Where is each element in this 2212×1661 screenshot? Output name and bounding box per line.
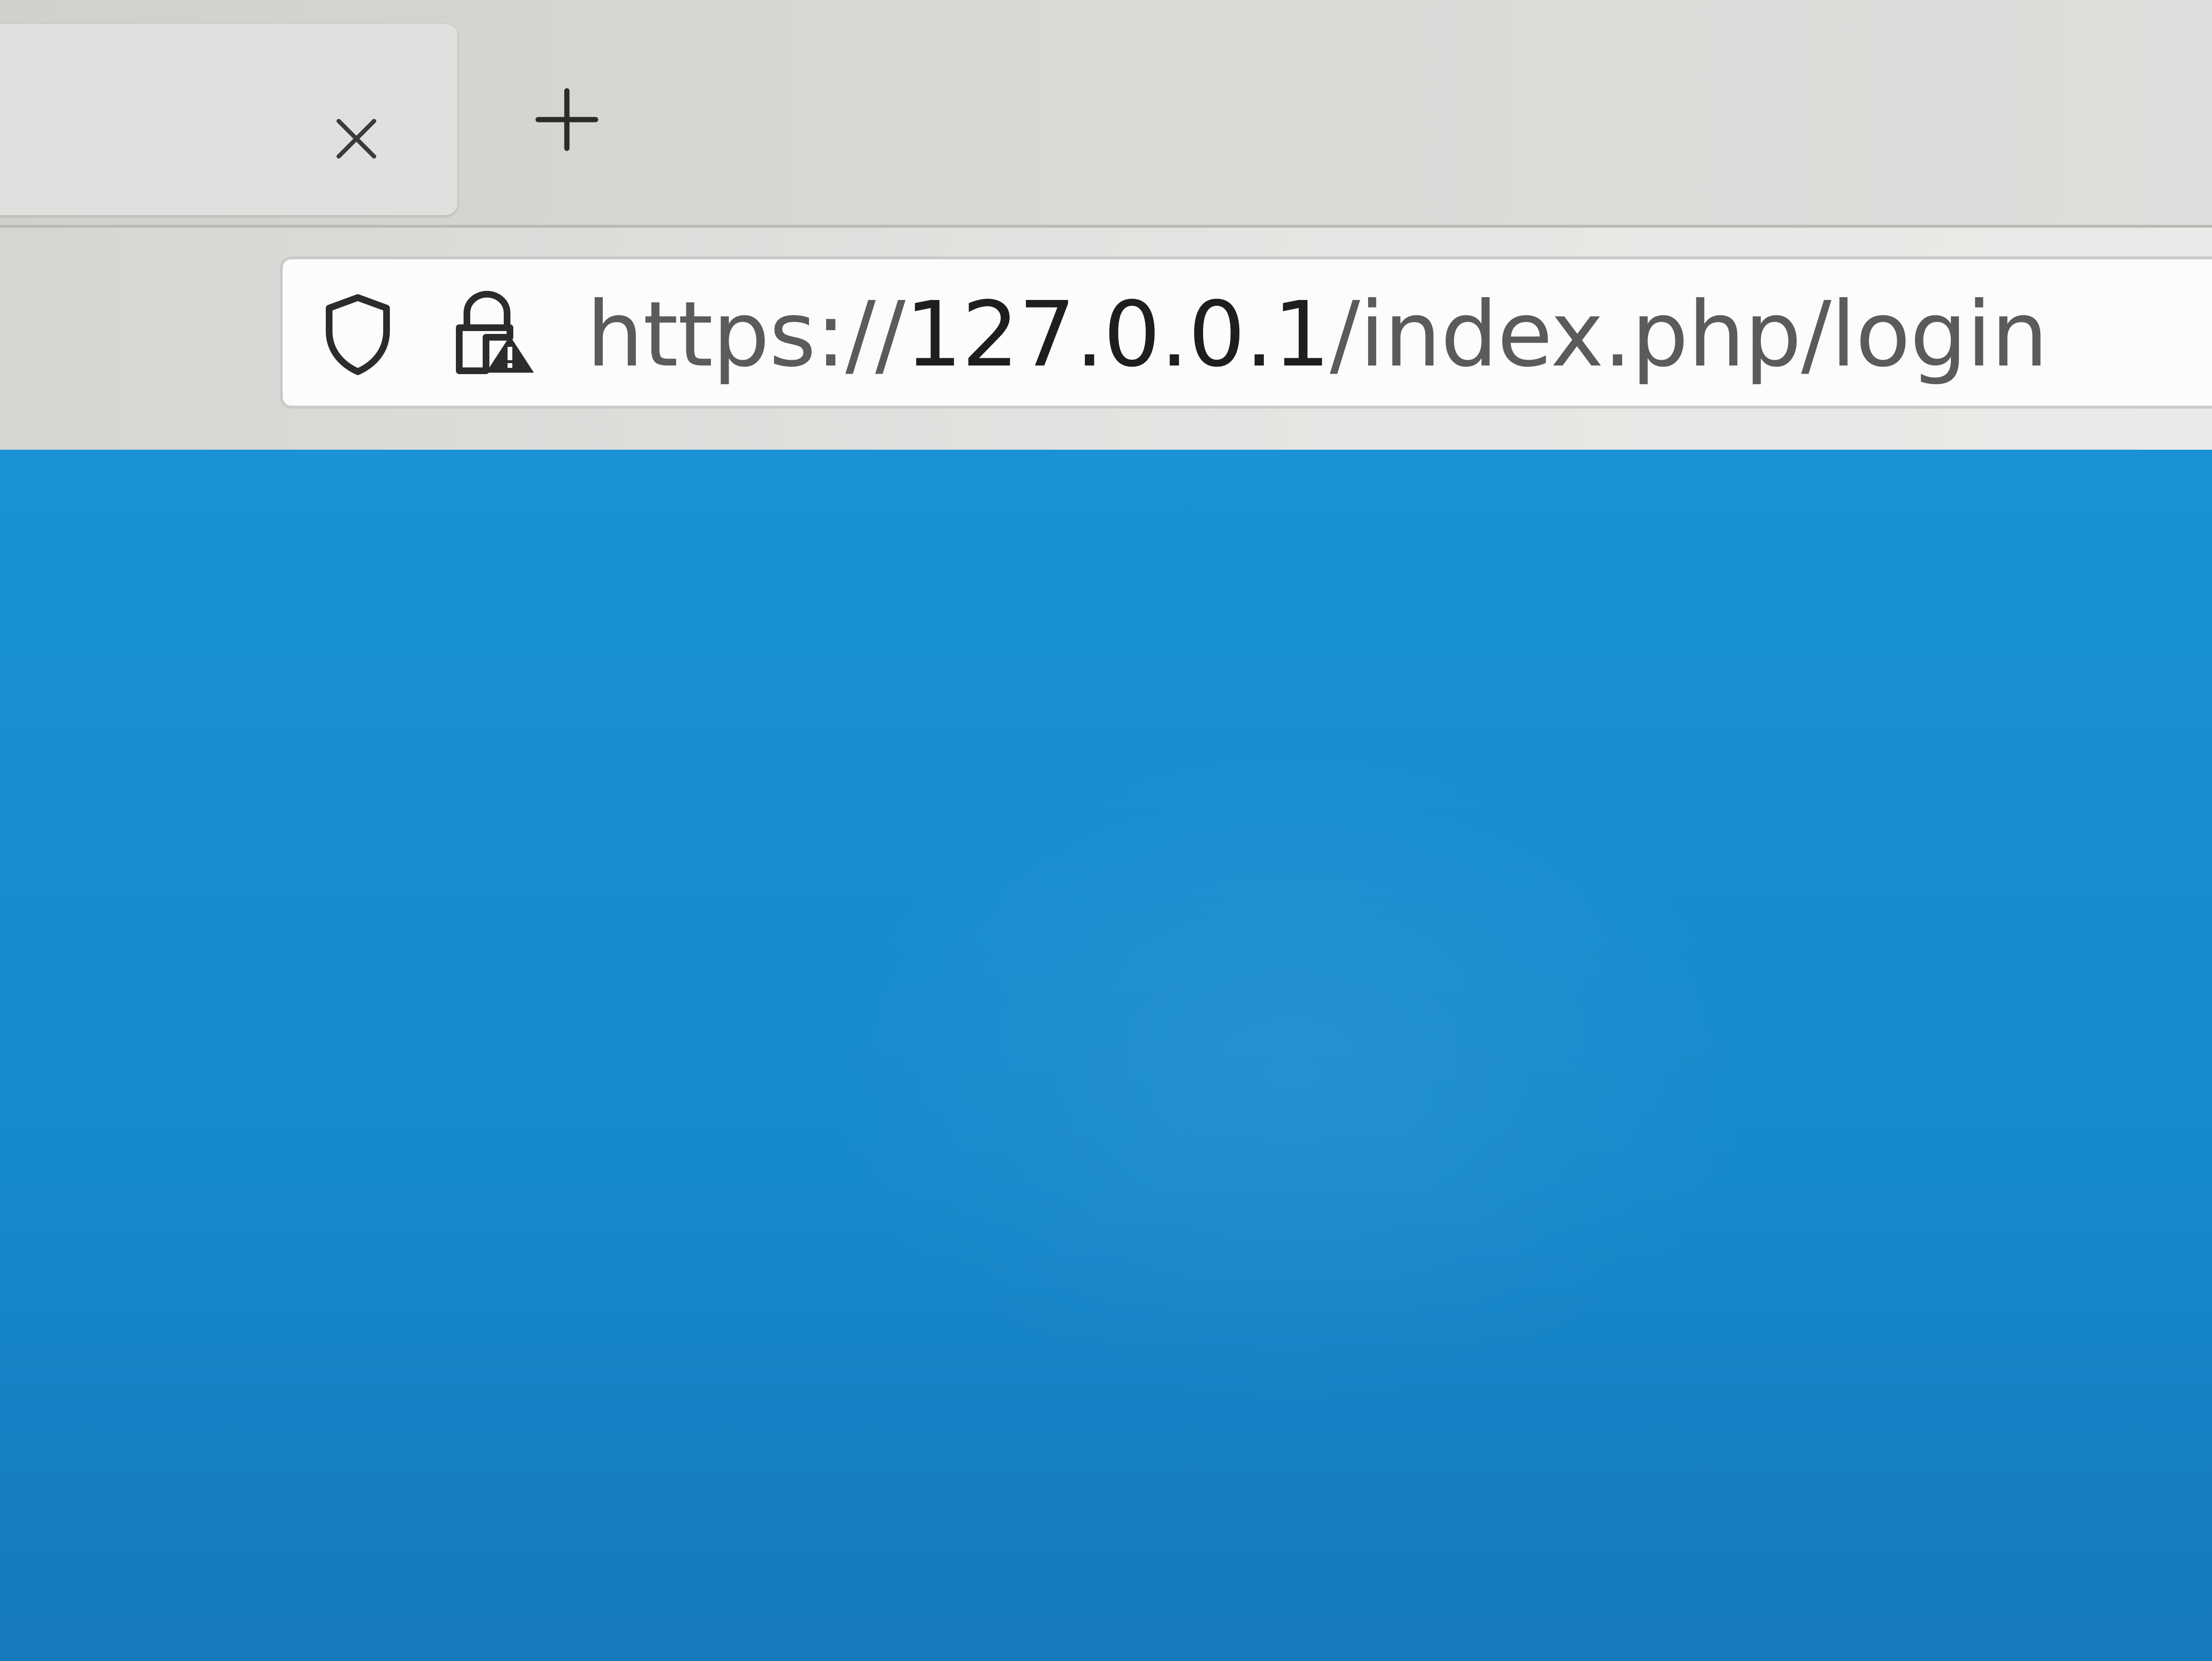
tab-strip xyxy=(0,0,2212,234)
browser-tab[interactable] xyxy=(0,24,457,215)
url-scheme: https:// xyxy=(586,282,906,387)
browser-window: https://127.0.0.1/index.php/login xyxy=(0,0,2212,1661)
url-text[interactable]: https://127.0.0.1/index.php/login xyxy=(586,287,2048,383)
close-icon[interactable] xyxy=(330,112,383,165)
shield-icon[interactable] xyxy=(322,293,394,376)
navigation-toolbar: https://127.0.0.1/index.php/login xyxy=(0,225,2212,453)
url-path: /index.php/login xyxy=(1329,282,2048,387)
plus-icon[interactable] xyxy=(533,86,600,153)
lock-warning-icon[interactable] xyxy=(453,290,536,376)
address-bar[interactable]: https://127.0.0.1/index.php/login xyxy=(280,256,2212,409)
page-content xyxy=(0,450,2212,1661)
url-host: 127.0.0.1 xyxy=(905,282,1330,387)
